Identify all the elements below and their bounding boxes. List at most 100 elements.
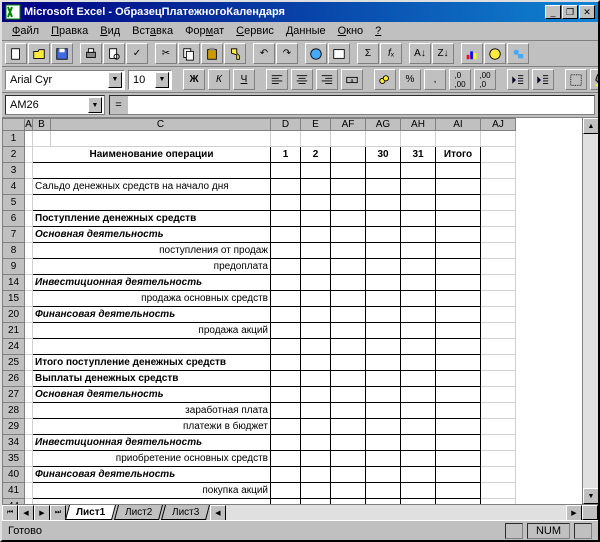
row-header[interactable]: 2 [3,147,25,163]
menu-file[interactable]: Файл [6,23,45,39]
sheet-tab-3[interactable]: Лист3 [161,505,210,520]
worksheet[interactable]: A B C D E AF AG AH AI AJ 1 2 Наименование… [2,118,582,504]
menu-format[interactable]: Формат [179,23,230,39]
restore-button[interactable]: ❐ [562,5,578,19]
cell[interactable]: продажа акций [33,323,271,339]
cell[interactable]: Основная деятельность [33,387,271,403]
horizontal-scrollbar[interactable]: ◀ ▶ [210,505,582,520]
cell[interactable]: Итого [436,147,481,163]
currency-icon[interactable] [374,69,396,90]
scroll-right-icon[interactable]: ▶ [566,505,582,521]
preview-icon[interactable] [103,43,125,64]
cell[interactable]: Финансовая деятельность [33,307,271,323]
chevron-down-icon[interactable]: ▼ [155,72,169,88]
align-center-icon[interactable] [291,69,313,90]
menu-tools[interactable]: Сервис [230,23,280,39]
cut-icon[interactable]: ✂ [155,43,177,64]
cell[interactable]: Инвестиционная деятельность [33,275,271,291]
col-header[interactable]: D [271,119,301,131]
italic-icon[interactable]: К [208,69,230,90]
cell[interactable]: продажа основных средств [33,291,271,307]
cell[interactable]: Основная деятельность [33,227,271,243]
cell[interactable]: Сальдо денежных средств на начало дня [33,179,271,195]
borders-icon[interactable] [565,69,587,90]
cell[interactable]: платежи в бюджет [33,419,271,435]
cell[interactable]: покупка акций [33,483,271,499]
cell[interactable]: Выплаты денежных средств [33,371,271,387]
underline-icon[interactable]: Ч [233,69,255,90]
fill-color-icon[interactable] [590,69,598,90]
sheet-tab-1[interactable]: Лист1 [65,505,116,520]
scroll-up-icon[interactable]: ▲ [583,118,598,134]
tab-first-icon[interactable]: ⏮ [2,505,18,521]
font-combo[interactable]: Arial Cyr ▼ [5,70,125,90]
menu-view[interactable]: Вид [94,23,126,39]
redo-icon[interactable]: ↷ [276,43,298,64]
close-button[interactable]: ✕ [579,5,595,19]
col-header[interactable]: AI [436,119,481,131]
col-header[interactable]: AH [401,119,436,131]
bold-icon[interactable]: Ж [183,69,205,90]
col-header[interactable]: E [301,119,331,131]
print-icon[interactable] [80,43,102,64]
cell[interactable]: поступления от продаж [33,243,271,259]
cell[interactable]: 2 [301,147,331,163]
chevron-down-icon[interactable]: ▼ [108,72,122,88]
format-painter-icon[interactable] [224,43,246,64]
select-all-corner[interactable] [3,119,25,131]
col-header[interactable]: AG [366,119,401,131]
cell[interactable]: заработная плата [33,403,271,419]
menu-window[interactable]: Окно [332,23,370,39]
sort-asc-icon[interactable]: A↓ [409,43,431,64]
menu-insert[interactable]: Вставка [126,23,179,39]
copy-icon[interactable] [178,43,200,64]
tab-next-icon[interactable]: ▶ [34,505,50,521]
function-icon[interactable]: fₓ [380,43,402,64]
formula-input[interactable]: = [109,95,595,115]
col-header[interactable]: B [33,119,51,131]
cell[interactable]: 31 [401,147,436,163]
spell-icon[interactable]: ✓ [126,43,148,64]
merge-icon[interactable]: a [341,69,363,90]
save-icon[interactable] [51,43,73,64]
scroll-down-icon[interactable]: ▼ [583,488,598,504]
chevron-down-icon[interactable]: ▼ [88,97,102,113]
col-header[interactable]: A [25,119,33,131]
sort-desc-icon[interactable]: Z↓ [432,43,454,64]
paste-icon[interactable] [201,43,223,64]
fontsize-combo[interactable]: 10 ▼ [128,70,172,90]
col-header[interactable]: AF [331,119,366,131]
web-toolbar-icon[interactable] [328,43,350,64]
tab-prev-icon[interactable]: ◀ [18,505,34,521]
cell[interactable]: предоплата [33,259,271,275]
cell[interactable]: 30 [366,147,401,163]
cell[interactable]: приобретение основных средств [33,451,271,467]
percent-icon[interactable]: % [399,69,421,90]
row-header[interactable]: 1 [3,131,25,147]
menu-edit[interactable]: Правка [45,23,94,39]
align-left-icon[interactable] [266,69,288,90]
col-header[interactable]: C [51,119,271,131]
tab-last-icon[interactable]: ⏭ [50,505,66,521]
decrease-indent-icon[interactable] [507,69,529,90]
undo-icon[interactable]: ↶ [253,43,275,64]
align-right-icon[interactable] [316,69,338,90]
open-icon[interactable] [28,43,50,64]
scroll-left-icon[interactable]: ◀ [210,505,226,521]
minimize-button[interactable]: _ [545,5,561,19]
equals-icon[interactable]: = [110,96,128,114]
comma-icon[interactable]: , [424,69,446,90]
cell[interactable]: 1 [271,147,301,163]
menu-data[interactable]: Данные [280,23,332,39]
cell[interactable]: Поступление денежных средств [33,211,271,227]
menu-help[interactable]: ? [369,23,387,39]
cell[interactable]: Итого поступление денежных средств [33,355,271,371]
hyperlink-icon[interactable] [305,43,327,64]
map-icon[interactable] [484,43,506,64]
increase-indent-icon[interactable] [532,69,554,90]
autosum-icon[interactable]: Σ [357,43,379,64]
cell[interactable]: Финансовая деятельность [33,467,271,483]
col-header[interactable]: AJ [481,119,516,131]
sheet-tab-2[interactable]: Лист2 [114,505,163,520]
cell[interactable]: Наименование операции [33,147,271,163]
